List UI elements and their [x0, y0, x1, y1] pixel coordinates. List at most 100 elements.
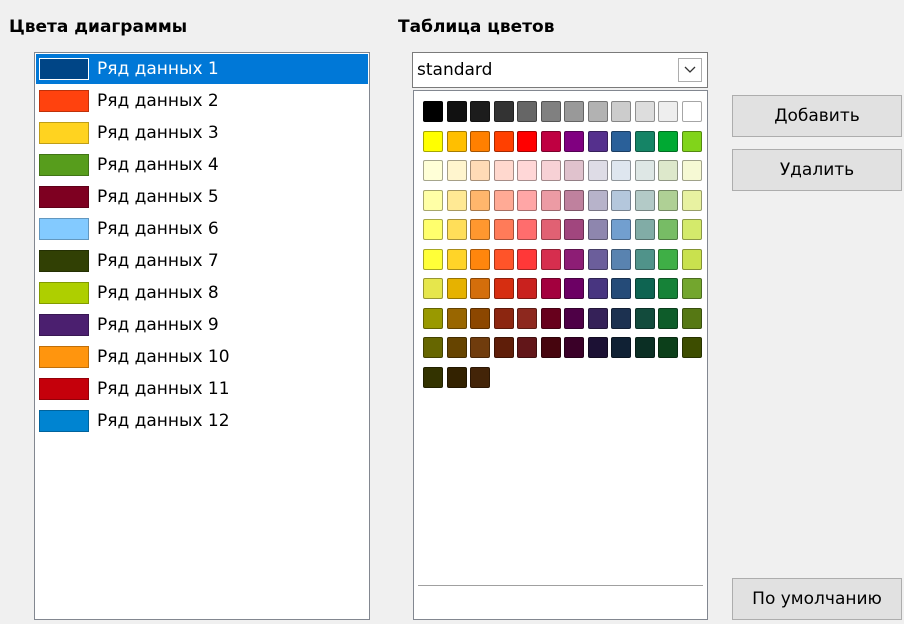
palette-color-cell[interactable]: [446, 248, 467, 270]
palette-color-cell[interactable]: [423, 219, 443, 240]
palette-color-cell[interactable]: [446, 160, 467, 181]
palette-color-cell[interactable]: [517, 219, 537, 240]
palette-color-cell[interactable]: [446, 307, 467, 329]
palette-color-cell[interactable]: [517, 278, 537, 299]
data-series-list[interactable]: Ряд данных 1 Ряд данных 2 Ряд данных 3 Ряд …: [34, 52, 370, 620]
palette-color-cell[interactable]: [634, 189, 655, 211]
palette-color-cell[interactable]: [658, 189, 678, 211]
palette-color-cell[interactable]: [423, 337, 443, 358]
palette-color-cell[interactable]: [658, 219, 678, 240]
palette-color-cell[interactable]: [423, 307, 443, 329]
palette-color-cell[interactable]: [540, 248, 561, 270]
palette-color-cell[interactable]: [564, 278, 584, 299]
palette-color-cell[interactable]: [540, 130, 561, 152]
series-item[interactable]: Ряд данных 10: [36, 342, 368, 372]
palette-color-cell[interactable]: [470, 160, 490, 181]
palette-color-cell[interactable]: [540, 278, 561, 299]
palette-color-cell[interactable]: [470, 248, 490, 270]
palette-color-cell[interactable]: [681, 189, 702, 211]
palette-color-cell[interactable]: [423, 160, 443, 181]
series-item[interactable]: Ряд данных 4: [36, 150, 368, 180]
palette-color-cell[interactable]: [470, 130, 490, 152]
palette-color-cell[interactable]: [493, 248, 514, 270]
palette-color-cell[interactable]: [634, 160, 655, 181]
palette-color-cell[interactable]: [587, 248, 608, 270]
palette-color-cell[interactable]: [540, 189, 561, 211]
palette-color-cell[interactable]: [446, 337, 467, 358]
series-item[interactable]: Ряд данных 6: [36, 214, 368, 244]
palette-color-cell[interactable]: [540, 160, 561, 181]
palette-color-cell[interactable]: [517, 160, 537, 181]
palette-color-cell[interactable]: [423, 189, 443, 211]
palette-color-cell[interactable]: [564, 101, 584, 122]
palette-color-cell[interactable]: [587, 101, 608, 122]
palette-color-cell[interactable]: [611, 248, 631, 270]
palette-color-cell[interactable]: [564, 248, 584, 270]
series-item[interactable]: Ряд данных 7: [36, 246, 368, 276]
palette-color-cell[interactable]: [446, 219, 467, 240]
palette-color-cell[interactable]: [470, 101, 490, 122]
palette-color-cell[interactable]: [634, 337, 655, 358]
palette-color-cell[interactable]: [470, 307, 490, 329]
palette-color-cell[interactable]: [611, 278, 631, 299]
palette-color-cell[interactable]: [493, 160, 514, 181]
palette-color-cell[interactable]: [611, 219, 631, 240]
palette-color-cell[interactable]: [681, 219, 702, 240]
palette-color-cell[interactable]: [517, 101, 537, 122]
palette-color-cell[interactable]: [446, 189, 467, 211]
palette-color-cell[interactable]: [634, 278, 655, 299]
palette-color-cell[interactable]: [564, 160, 584, 181]
palette-color-cell[interactable]: [611, 189, 631, 211]
palette-color-cell[interactable]: [446, 101, 467, 122]
palette-color-cell[interactable]: [634, 307, 655, 329]
palette-color-cell[interactable]: [446, 130, 467, 152]
palette-color-cell[interactable]: [470, 366, 490, 388]
palette-color-cell[interactable]: [446, 366, 467, 388]
palette-color-cell[interactable]: [658, 337, 678, 358]
palette-color-cell[interactable]: [540, 101, 561, 122]
palette-color-cell[interactable]: [423, 366, 443, 388]
series-item[interactable]: Ряд данных 8: [36, 278, 368, 308]
delete-button[interactable]: Удалить: [732, 149, 902, 191]
palette-color-cell[interactable]: [658, 278, 678, 299]
palette-color-cell[interactable]: [587, 189, 608, 211]
series-item[interactable]: Ряд данных 5: [36, 182, 368, 212]
series-item[interactable]: Ряд данных 12: [36, 406, 368, 436]
series-item[interactable]: Ряд данных 11: [36, 374, 368, 404]
palette-color-cell[interactable]: [611, 101, 631, 122]
palette-color-cell[interactable]: [493, 278, 514, 299]
palette-color-cell[interactable]: [564, 337, 584, 358]
palette-color-cell[interactable]: [611, 160, 631, 181]
palette-color-cell[interactable]: [470, 278, 490, 299]
palette-color-cell[interactable]: [658, 307, 678, 329]
palette-color-cell[interactable]: [493, 307, 514, 329]
palette-color-cell[interactable]: [470, 219, 490, 240]
palette-color-cell[interactable]: [423, 278, 443, 299]
palette-color-cell[interactable]: [611, 337, 631, 358]
palette-color-cell[interactable]: [470, 337, 490, 358]
palette-color-cell[interactable]: [540, 219, 561, 240]
add-button[interactable]: Добавить: [732, 95, 902, 137]
palette-color-cell[interactable]: [681, 337, 702, 358]
palette-color-cell[interactable]: [634, 219, 655, 240]
palette-color-cell[interactable]: [517, 337, 537, 358]
palette-color-cell[interactable]: [587, 278, 608, 299]
palette-color-cell[interactable]: [658, 101, 678, 122]
palette-color-cell[interactable]: [587, 130, 608, 152]
palette-color-cell[interactable]: [681, 160, 702, 181]
palette-color-cell[interactable]: [587, 160, 608, 181]
palette-color-cell[interactable]: [634, 130, 655, 152]
palette-color-cell[interactable]: [540, 307, 561, 329]
palette-color-cell[interactable]: [658, 160, 678, 181]
palette-color-cell[interactable]: [493, 130, 514, 152]
series-item[interactable]: Ряд данных 1: [36, 54, 368, 84]
series-item[interactable]: Ряд данных 2: [36, 86, 368, 116]
palette-dropdown[interactable]: standard: [412, 52, 708, 88]
palette-color-cell[interactable]: [681, 101, 702, 122]
palette-color-cell[interactable]: [423, 248, 443, 270]
palette-color-cell[interactable]: [564, 307, 584, 329]
palette-color-cell[interactable]: [493, 189, 514, 211]
palette-color-cell[interactable]: [564, 130, 584, 152]
palette-color-cell[interactable]: [423, 101, 443, 122]
palette-color-cell[interactable]: [493, 101, 514, 122]
